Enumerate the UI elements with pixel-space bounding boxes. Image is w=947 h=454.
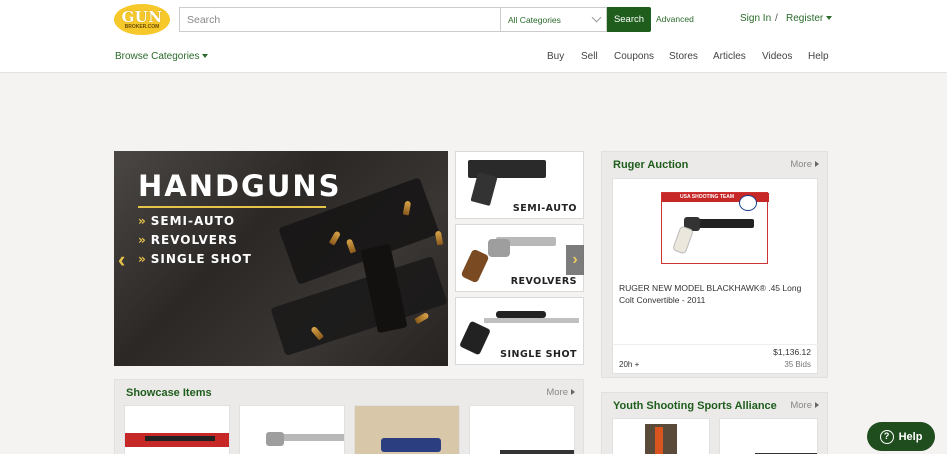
more-label: More xyxy=(790,159,812,170)
showcase-item-card[interactable] xyxy=(469,405,575,454)
usa-seal-icon xyxy=(739,195,757,211)
showcase-item-card[interactable] xyxy=(239,405,345,454)
more-link[interactable]: More xyxy=(546,387,575,398)
bullet-image xyxy=(414,311,430,325)
item-image xyxy=(500,450,574,454)
auction-item-card[interactable]: USA SHOOTING TEAM RUGER NEW MODEL BLACKH… xyxy=(612,178,819,374)
register-label: Register xyxy=(786,13,824,24)
image-banner-text: USA SHOOTING TEAM xyxy=(680,194,734,200)
browse-categories-menu[interactable]: Browse Categories xyxy=(115,51,209,62)
double-chevron-icon: » xyxy=(138,252,147,266)
auction-item-title[interactable]: RUGER NEW MODEL BLACKHAWK® .45 Long Colt… xyxy=(619,282,815,306)
panel-title: Ruger Auction xyxy=(613,159,689,171)
tile-label: SEMI-AUTO xyxy=(512,203,577,214)
panel-title: Showcase Items xyxy=(126,387,212,399)
carousel-next-button[interactable]: › xyxy=(566,245,584,275)
category-select-value: All Categories xyxy=(508,15,561,25)
showcase-item-card[interactable] xyxy=(124,405,230,454)
divider xyxy=(613,344,819,345)
caret-right-icon xyxy=(571,389,575,396)
advanced-search-link[interactable]: Advanced xyxy=(656,14,694,24)
caret-down-icon xyxy=(202,54,209,59)
revolver-grip-image xyxy=(460,248,490,284)
sign-in-link[interactable]: Sign In xyxy=(740,13,771,24)
double-chevron-icon: » xyxy=(138,233,147,247)
scope-image xyxy=(496,311,546,318)
nav-videos[interactable]: Videos xyxy=(762,51,792,62)
tile-label: REVOLVERS xyxy=(510,276,577,287)
single-shot-pistol-image xyxy=(484,318,579,323)
revolver-image xyxy=(280,434,344,441)
logo-subtext: BROKER.COM xyxy=(124,23,160,30)
item-image xyxy=(655,427,663,454)
hero-banner-handguns[interactable]: HANDGUNS » SEMI-AUTO » REVOLVERS » SINGLE S… xyxy=(114,151,448,366)
pistol-grip-image xyxy=(459,320,491,356)
caret-down-icon xyxy=(826,16,833,21)
site-header: GUN BROKER.COM All Categories Search Adv… xyxy=(0,0,947,73)
nav-coupons[interactable]: Coupons xyxy=(614,51,654,62)
gunbroker-logo[interactable]: GUN BROKER.COM xyxy=(114,4,170,35)
caret-right-icon xyxy=(815,402,819,409)
chevron-down-icon xyxy=(591,12,602,23)
question-icon: ? xyxy=(879,429,894,444)
hero-item-revolvers: » REVOLVERS xyxy=(138,233,238,247)
hero-divider xyxy=(138,206,326,208)
auction-item-image: USA SHOOTING TEAM xyxy=(661,192,769,264)
chevron-right-icon: › xyxy=(572,251,578,268)
double-chevron-icon: » xyxy=(138,214,147,228)
carousel-prev-icon[interactable]: ‹ xyxy=(118,247,125,273)
bullet-image xyxy=(434,230,444,246)
auction-time-left: 20h + xyxy=(619,360,640,369)
nav-articles[interactable]: Articles xyxy=(713,51,746,62)
nav-help[interactable]: Help xyxy=(808,51,829,62)
hero-item-label: SEMI-AUTO xyxy=(150,214,236,228)
revolver-cylinder-image xyxy=(488,239,510,257)
yssa-item-card[interactable] xyxy=(612,418,710,454)
panel-title: Youth Shooting Sports Alliance xyxy=(613,400,777,412)
item-image xyxy=(145,436,215,441)
help-button-label: Help xyxy=(898,430,923,443)
revolver-barrel-image xyxy=(692,219,754,228)
more-label: More xyxy=(790,400,812,411)
tile-semi-auto[interactable]: SEMI-AUTO xyxy=(455,151,584,219)
auction-price: $1,136.12 xyxy=(773,347,811,357)
account-separator: / xyxy=(775,13,778,24)
tile-single-shot[interactable]: SINGLE SHOT xyxy=(455,297,584,365)
logo-text: GUN xyxy=(121,7,163,26)
caret-right-icon xyxy=(815,161,819,168)
nav-sell[interactable]: Sell xyxy=(581,51,598,62)
hero-item-semi-auto: » SEMI-AUTO xyxy=(138,214,235,228)
more-link[interactable]: More xyxy=(790,400,819,411)
hero-item-label: SINGLE SHOT xyxy=(150,252,252,266)
help-button[interactable]: ? Help xyxy=(867,422,935,451)
search-bar: All Categories Search xyxy=(179,7,651,32)
nav-stores[interactable]: Stores xyxy=(669,51,698,62)
browse-categories-label: Browse Categories xyxy=(115,51,200,62)
hero-title: HANDGUNS xyxy=(138,169,342,203)
more-link[interactable]: More xyxy=(790,159,819,170)
item-image xyxy=(381,438,441,452)
search-input[interactable] xyxy=(179,7,500,32)
revolver-grip-image xyxy=(671,225,695,255)
hero-item-label: REVOLVERS xyxy=(150,233,238,247)
tile-label: SINGLE SHOT xyxy=(500,349,577,360)
category-select[interactable]: All Categories xyxy=(500,7,607,32)
yssa-item-card[interactable] xyxy=(719,418,818,454)
hero-item-single-shot: » SINGLE SHOT xyxy=(138,252,252,266)
revolver-image xyxy=(266,432,284,446)
register-menu[interactable]: Register xyxy=(786,13,833,24)
showcase-item-card[interactable] xyxy=(354,405,460,454)
nav-buy[interactable]: Buy xyxy=(547,51,564,62)
search-button[interactable]: Search xyxy=(607,7,651,32)
tile-revolvers[interactable]: REVOLVERS xyxy=(455,224,584,292)
more-label: More xyxy=(546,387,568,398)
auction-bids: 35 Bids xyxy=(784,360,811,369)
